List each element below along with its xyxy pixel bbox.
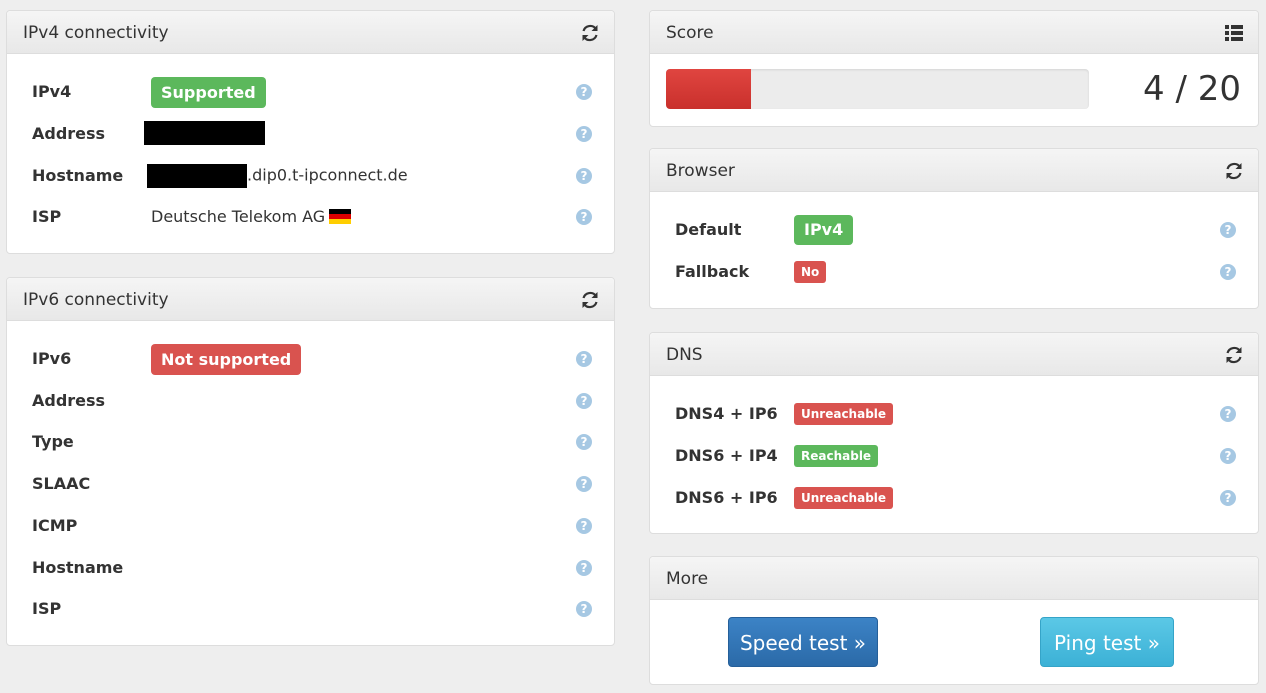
- browser-default-label: Default: [675, 220, 742, 239]
- list-icon[interactable]: [1224, 23, 1244, 43]
- score-progress-fill: [666, 69, 751, 109]
- question-circle-icon[interactable]: ?: [576, 518, 592, 534]
- question-circle-icon[interactable]: ?: [576, 126, 592, 142]
- dns-row-dns4-ip6: DNS4 + IP6 Unreachable ?: [675, 399, 1238, 429]
- question-circle-icon[interactable]: ?: [1220, 490, 1236, 506]
- ipv6-icmp-label: ICMP: [32, 516, 78, 535]
- more-panel-title: More: [666, 569, 709, 589]
- browser-panel-heading: Browser: [650, 149, 1258, 192]
- ipv4-hostname-suffix: .dip0.t-ipconnect.de: [247, 165, 408, 185]
- ipv4-label: IPv4: [32, 82, 72, 101]
- browser-panel-title: Browser: [666, 161, 735, 181]
- dns6-ip4-badge: Reachable: [794, 445, 879, 467]
- question-circle-icon[interactable]: ?: [576, 351, 592, 367]
- ipv4-panel: IPv4 connectivity IPv4 Supported ? Addre…: [6, 10, 615, 254]
- dns6-ip4-label: DNS6 + IP4: [675, 446, 778, 465]
- score-panel-heading: Score: [650, 11, 1258, 54]
- ipv6-label: IPv6: [32, 349, 72, 368]
- question-circle-icon[interactable]: ?: [576, 84, 592, 100]
- ping-test-button[interactable]: Ping test »: [1040, 617, 1174, 667]
- redacted-block: [144, 121, 265, 145]
- question-circle-icon[interactable]: ?: [1220, 406, 1236, 422]
- ipv4-supported-badge: Supported: [151, 77, 266, 108]
- ipv4-address-label: Address: [32, 124, 106, 143]
- dns-panel-title: DNS: [666, 345, 703, 365]
- more-panel: More Speed test » Ping test »: [649, 556, 1259, 685]
- dns-row-dns6-ip6: DNS6 + IP6 Unreachable ?: [675, 483, 1238, 513]
- ipv6-hostname-label: Hostname: [32, 558, 124, 577]
- ipv6-type-label: Type: [32, 432, 74, 451]
- browser-row-fallback: Fallback No ?: [675, 257, 1238, 287]
- ipv4-panel-title: IPv4 connectivity: [23, 23, 169, 43]
- dns6-ip6-badge: Unreachable: [794, 487, 894, 509]
- ipv4-isp-text: Deutsche Telekom AG: [151, 207, 326, 226]
- dns6-ip6-label: DNS6 + IP6: [675, 488, 778, 507]
- question-circle-icon[interactable]: ?: [576, 168, 592, 184]
- refresh-icon[interactable]: [580, 23, 600, 43]
- ipv4-row-isp: ISP Deutsche Telekom AG ?: [32, 202, 594, 232]
- dns-panel-heading: DNS: [650, 333, 1258, 376]
- refresh-icon[interactable]: [580, 290, 600, 310]
- redacted-block: [147, 164, 247, 188]
- browser-fallback-label: Fallback: [675, 262, 750, 281]
- score-value: 4 / 20: [1143, 69, 1241, 109]
- ipv6-row-isp: ISP ?: [32, 594, 594, 624]
- ipv4-address-value: [144, 121, 265, 145]
- ipv6-row-address: Address ?: [32, 386, 594, 416]
- question-circle-icon[interactable]: ?: [576, 601, 592, 617]
- dns-row-dns6-ip4: DNS6 + IP4 Reachable ?: [675, 441, 1238, 471]
- ipv4-row-status: IPv4 Supported ?: [32, 77, 594, 108]
- dns-panel: DNS DNS4 + IP6 Unreachable ? DNS6 + IP4 …: [649, 332, 1259, 534]
- score-panel: Score 4 / 20: [649, 10, 1259, 127]
- ipv4-row-hostname: Hostname .dip0.t-ipconnect.de ?: [32, 161, 594, 191]
- ipv6-row-icmp: ICMP ?: [32, 511, 594, 541]
- question-circle-icon[interactable]: ?: [576, 560, 592, 576]
- question-circle-icon[interactable]: ?: [576, 476, 592, 492]
- ipv4-hostname-value: .dip0.t-ipconnect.de: [147, 164, 408, 188]
- ipv6-row-status: IPv6 Not supported ?: [32, 344, 594, 375]
- germany-flag-icon: [329, 209, 352, 224]
- ipv6-not-supported-badge: Not supported: [151, 344, 302, 375]
- score-progress-bar: [666, 69, 1089, 109]
- ipv4-isp-value: Deutsche Telekom AG: [151, 207, 352, 227]
- question-circle-icon[interactable]: ?: [1220, 264, 1236, 280]
- browser-default-badge: IPv4: [794, 215, 854, 245]
- ipv4-hostname-label: Hostname: [32, 166, 124, 185]
- question-circle-icon[interactable]: ?: [1220, 222, 1236, 238]
- refresh-icon[interactable]: [1224, 161, 1244, 181]
- score-panel-title: Score: [666, 23, 714, 43]
- ipv4-isp-label: ISP: [32, 207, 62, 226]
- speed-test-button[interactable]: Speed test »: [728, 617, 878, 667]
- browser-row-default: Default IPv4 ?: [675, 215, 1238, 245]
- ipv4-row-address: Address ?: [32, 119, 594, 149]
- browser-panel: Browser Default IPv4 ? Fallback No ?: [649, 148, 1259, 309]
- ipv6-row-hostname: Hostname ?: [32, 553, 594, 583]
- browser-fallback-badge: No: [794, 261, 827, 283]
- ipv6-isp-label: ISP: [32, 599, 62, 618]
- ipv6-row-type: Type ?: [32, 427, 594, 457]
- ipv6-panel: IPv6 connectivity IPv6 Not supported ? A…: [6, 277, 615, 646]
- question-circle-icon[interactable]: ?: [1220, 448, 1236, 464]
- ipv6-panel-heading: IPv6 connectivity: [7, 278, 614, 321]
- ipv6-address-label: Address: [32, 391, 106, 410]
- question-circle-icon[interactable]: ?: [576, 434, 592, 450]
- more-panel-heading: More: [650, 557, 1258, 600]
- dns4-ip6-badge: Unreachable: [794, 403, 894, 425]
- dns4-ip6-label: DNS4 + IP6: [675, 404, 778, 423]
- refresh-icon[interactable]: [1224, 345, 1244, 365]
- ipv6-panel-title: IPv6 connectivity: [23, 290, 169, 310]
- ipv4-panel-heading: IPv4 connectivity: [7, 11, 614, 54]
- question-circle-icon[interactable]: ?: [576, 209, 592, 225]
- question-circle-icon[interactable]: ?: [576, 393, 592, 409]
- ipv6-row-slaac: SLAAC ?: [32, 469, 594, 499]
- ipv6-slaac-label: SLAAC: [32, 474, 91, 493]
